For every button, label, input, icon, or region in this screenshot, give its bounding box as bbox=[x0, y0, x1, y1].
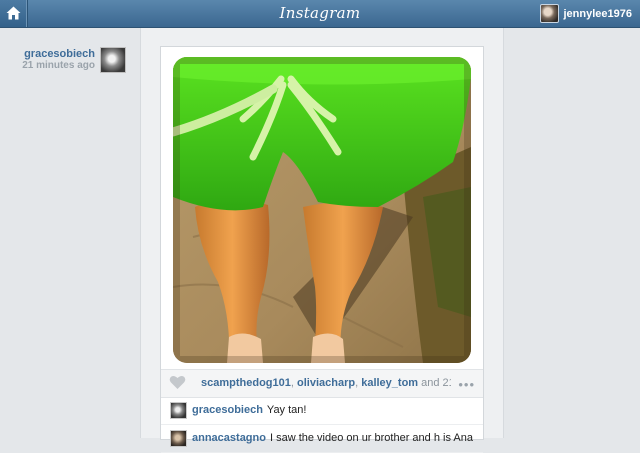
comment-text: annacastagno I saw the video on ur brothe… bbox=[192, 432, 477, 444]
comment-item: annacastagno I saw the video on ur brothe… bbox=[161, 425, 483, 453]
post-timestamp: 21 minutes ago bbox=[22, 60, 95, 71]
commenter-name[interactable]: gracesobiech bbox=[192, 404, 263, 416]
liker-link[interactable]: oliviacharp bbox=[297, 377, 355, 389]
liker-link[interactable]: scampthedog101 bbox=[201, 377, 291, 389]
post-author-avatar[interactable] bbox=[100, 47, 126, 73]
more-icon[interactable]: ••• bbox=[458, 377, 475, 392]
comment-body: I saw the video on ur brother and h is A… bbox=[269, 432, 473, 444]
post-card: scampthedog101, oliviacharp, kalley_tom … bbox=[160, 46, 484, 453]
post-photo[interactable] bbox=[167, 51, 477, 369]
likes-more[interactable]: and 21 o... bbox=[421, 377, 451, 389]
comment-text: gracesobiech Yay tan! bbox=[192, 404, 477, 416]
likes-list: scampthedog101, oliviacharp, kalley_tom … bbox=[201, 377, 451, 389]
current-username[interactable]: jennylee1976 bbox=[564, 8, 633, 20]
liker-link[interactable]: kalley_tom bbox=[361, 377, 418, 389]
post-author-info: gracesobiech 21 minutes ago bbox=[0, 48, 95, 72]
user-menu[interactable]: jennylee1976 bbox=[539, 4, 633, 23]
heart-icon[interactable] bbox=[169, 375, 186, 390]
comment-body: Yay tan! bbox=[266, 404, 307, 416]
commenter-avatar[interactable] bbox=[170, 430, 187, 447]
top-nav-bar: Instagram jennylee1976 bbox=[0, 0, 640, 28]
comment-item: gracesobiech Yay tan! bbox=[161, 397, 483, 425]
photo-image bbox=[173, 57, 471, 363]
post-actions-bar: scampthedog101, oliviacharp, kalley_tom … bbox=[161, 369, 483, 398]
commenter-avatar[interactable] bbox=[170, 402, 187, 419]
post-author-name[interactable]: gracesobiech bbox=[0, 48, 95, 60]
user-avatar[interactable] bbox=[539, 4, 559, 23]
commenter-name[interactable]: annacastagno bbox=[192, 432, 266, 444]
